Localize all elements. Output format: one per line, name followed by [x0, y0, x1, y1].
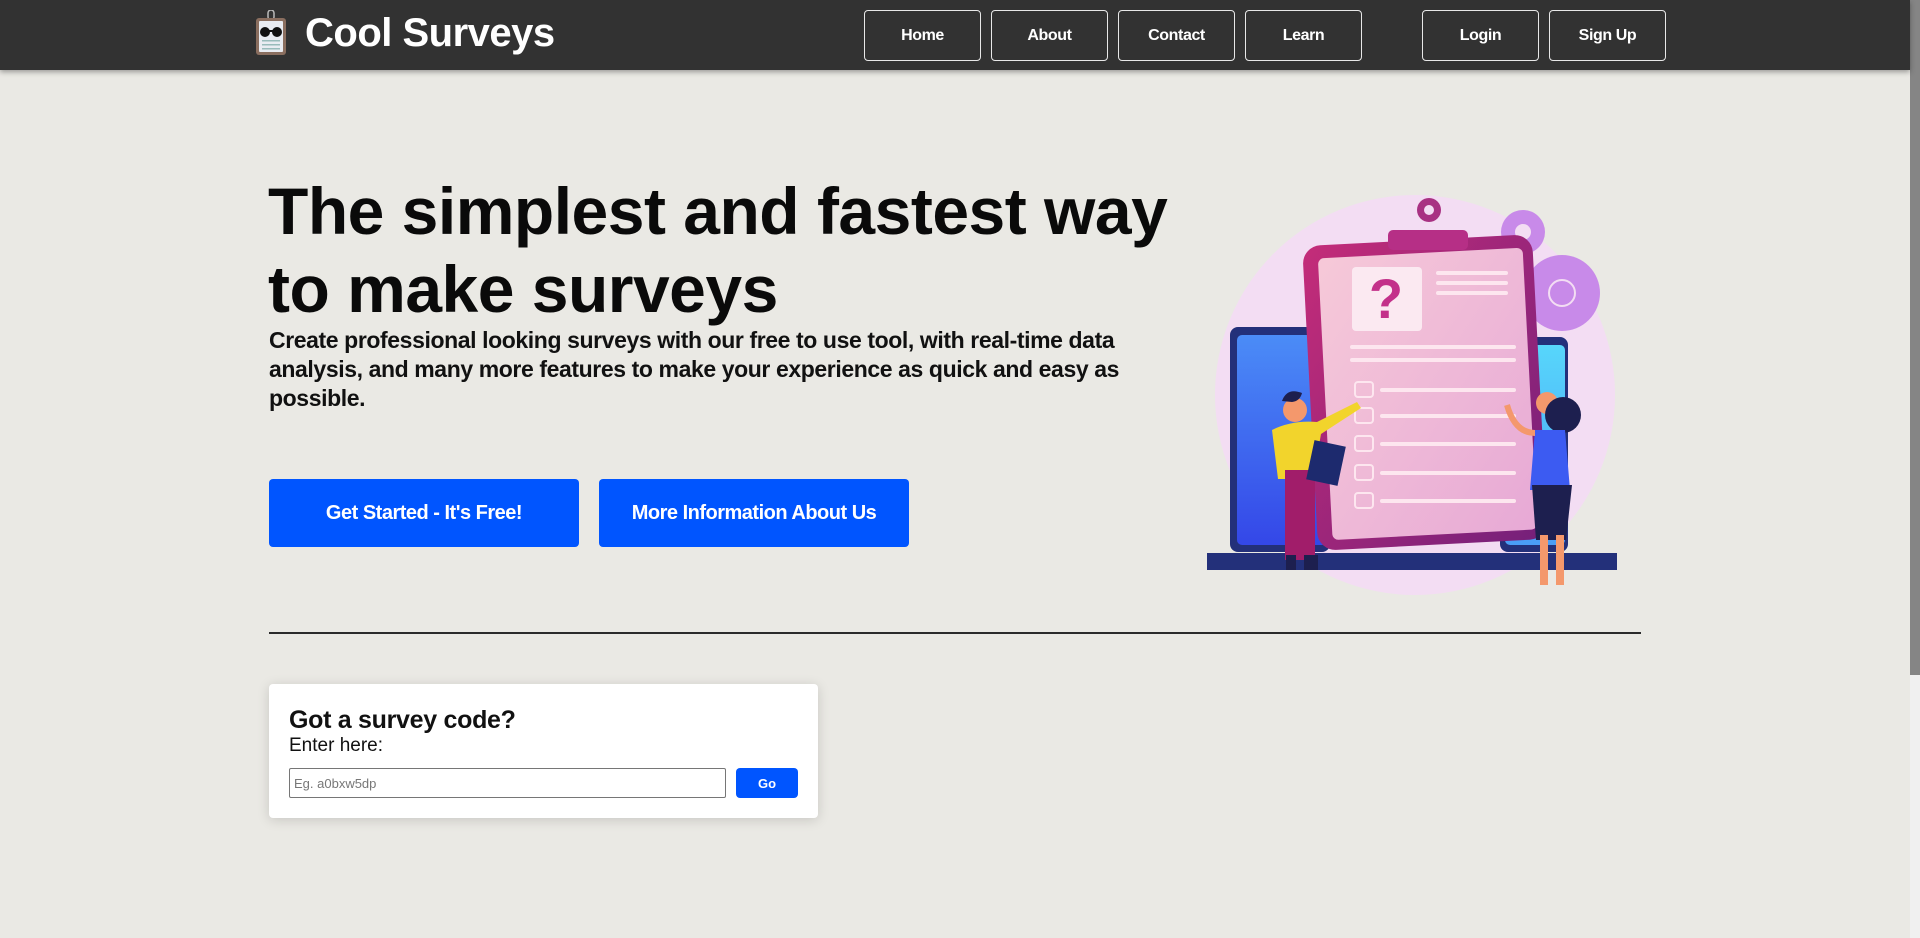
hero-title: The simplest and fastest way to make sur…	[268, 174, 1168, 326]
scrollbar-thumb[interactable]	[1910, 0, 1920, 675]
go-button[interactable]: Go	[736, 768, 798, 798]
get-started-button[interactable]: Get Started - It's Free!	[269, 479, 579, 547]
nav-home-button[interactable]: Home	[864, 10, 981, 61]
brand[interactable]: Cool Surveys	[255, 9, 555, 56]
nav-contact-button[interactable]: Contact	[1118, 10, 1235, 61]
survey-code-card: Got a survey code? Enter here: Go	[269, 684, 818, 818]
survey-clipboard-illustration: ?	[1200, 185, 1630, 610]
section-divider	[269, 632, 1641, 634]
laptop-base	[1207, 553, 1617, 570]
navbar: Cool Surveys Home About Contact Learn Lo…	[0, 0, 1910, 70]
survey-code-label: Enter here:	[289, 735, 383, 756]
hero-subtitle: Create professional looking surveys with…	[269, 327, 1120, 411]
signup-button[interactable]: Sign Up	[1549, 10, 1666, 61]
login-button[interactable]: Login	[1422, 10, 1539, 61]
scrollbar[interactable]	[1910, 0, 1920, 938]
nav-learn-button[interactable]: Learn	[1245, 10, 1362, 61]
clipboard-sunglasses-icon	[255, 9, 287, 56]
more-info-button[interactable]: More Information About Us	[599, 479, 909, 547]
question-mark-icon: ?	[1369, 267, 1403, 330]
clipboard-clip	[1388, 230, 1468, 250]
survey-code-input[interactable]	[289, 768, 726, 798]
brand-title: Cool Surveys	[305, 10, 555, 55]
survey-code-title: Got a survey code?	[289, 706, 516, 734]
nav-about-button[interactable]: About	[991, 10, 1108, 61]
